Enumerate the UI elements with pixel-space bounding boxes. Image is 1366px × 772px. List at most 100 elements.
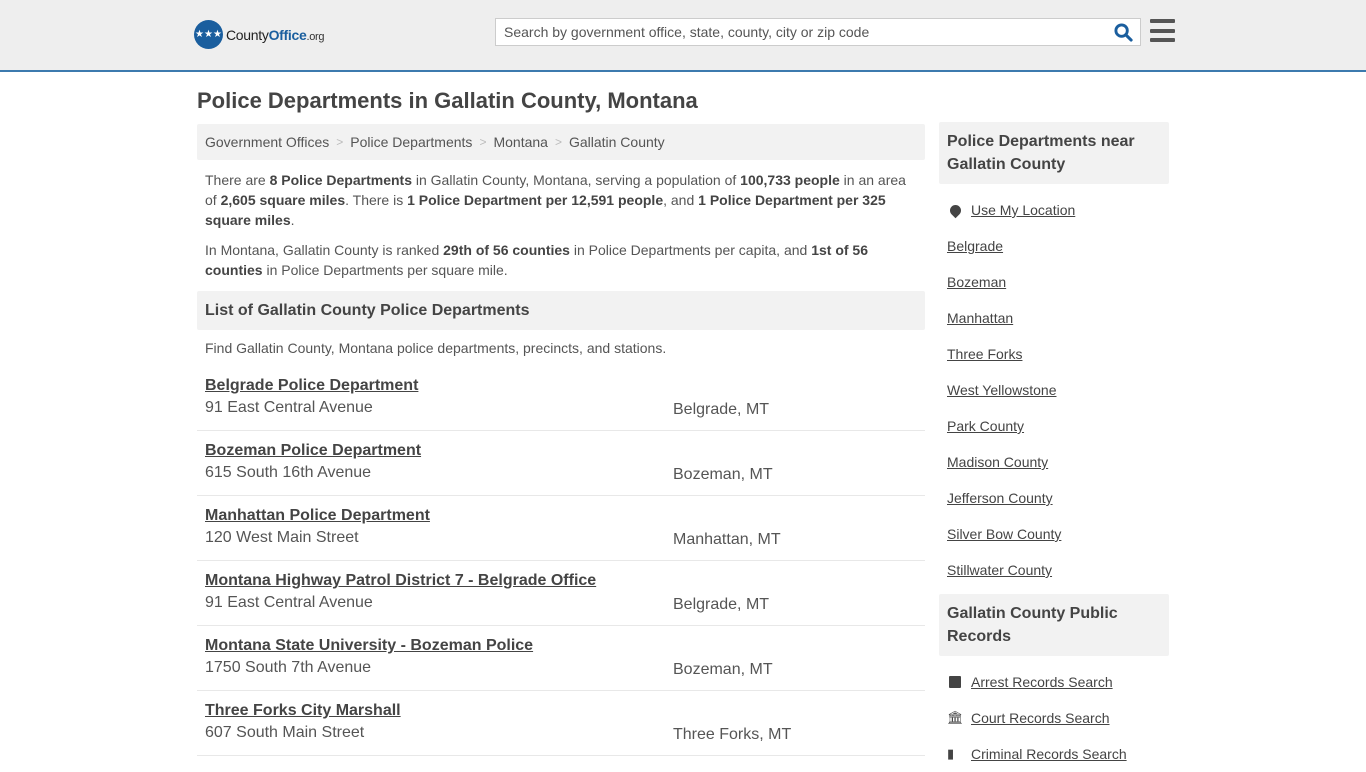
court-records-link[interactable]: Court Records Search [971,710,1110,726]
nearby-link[interactable]: Park County [947,418,1024,434]
text-segment: in Police Departments per capita, and [569,242,812,258]
search-bar [495,18,1141,46]
text-segment: in Police Departments per square mile. [262,262,508,278]
hamburger-menu-button[interactable] [1150,19,1175,42]
department-city: Bozeman, MT [673,661,773,678]
intro-text: There are 8 Police Departments in Gallat… [197,160,925,280]
public-records-list: Arrest Records Search 🏛 Court Records Se… [939,656,1169,772]
department-name-link[interactable]: Manhattan Police Department [205,507,430,525]
criminal-records-link[interactable]: Criminal Records Search [971,746,1127,762]
department-list: Belgrade Police Department 91 East Centra… [197,366,925,756]
department-listing: Montana State University - Bozeman Polic… [197,626,925,691]
logo-suffix: .org [306,30,325,43]
nearby-link[interactable]: Silver Bow County [947,526,1061,542]
use-my-location-item: Use My Location [947,192,1161,228]
department-name-link[interactable]: Montana State University - Bozeman Polic… [205,637,533,655]
menu-bar [1150,38,1175,42]
department-city: Three Forks, MT [673,726,792,743]
records-item: ▮ Criminal Records Search [947,736,1161,772]
nearby-item: Manhattan [947,300,1161,336]
nearby-item: Stillwater County [947,552,1161,588]
nearby-item: West Yellowstone [947,372,1161,408]
stat-highlight: 2,605 square miles [220,192,346,208]
text-segment: . [290,212,295,228]
criminal-records-icon: ▮ [947,746,955,761]
department-listing: Three Forks City Marshall 607 South Main … [197,691,925,756]
breadcrumb-police-departments[interactable]: Police Departments [350,134,472,150]
nearby-link[interactable]: Bozeman [947,274,1006,290]
stat-highlight: 1 Police Department per 12,591 people [407,192,664,208]
department-name-link[interactable]: Bozeman Police Department [205,442,421,460]
search-button[interactable] [1106,19,1140,45]
breadcrumb-separator: > [479,135,487,149]
main-content: Government Offices > Police Departments … [197,124,925,756]
nearby-title: Police Departments near Gallatin County [939,122,1169,184]
department-name-link[interactable]: Montana Highway Patrol District 7 - Belg… [205,572,596,590]
department-city: Belgrade, MT [673,401,770,418]
nearby-links: Belgrade Bozeman Manhattan Three Forks West … [947,228,1161,588]
nearby-link[interactable]: Stillwater County [947,562,1052,578]
stat-highlight: 29th of 56 counties [443,242,570,258]
department-city: Bozeman, MT [673,466,773,483]
text-segment: , and [663,192,699,208]
nearby-link[interactable]: Madison County [947,454,1048,470]
breadcrumb-gallatin-county[interactable]: Gallatin County [569,134,665,150]
nearby-item: Silver Bow County [947,516,1161,552]
department-listing: Montana Highway Patrol District 7 - Belg… [197,561,925,626]
stat-highlight: 8 Police Departments [269,172,412,188]
sidebar: Police Departments near Gallatin County … [939,122,1169,772]
nearby-item: Belgrade [947,228,1161,264]
arrest-records-link[interactable]: Arrest Records Search [971,674,1113,690]
nearby-link[interactable]: West Yellowstone [947,382,1056,398]
department-listing: Belgrade Police Department 91 East Centra… [197,366,925,431]
use-my-location-link[interactable]: Use My Location [971,202,1075,218]
text-segment: in Gallatin County, Montana, serving a p… [411,172,741,188]
nearby-item: Bozeman [947,264,1161,300]
page-title: Police Departments in Gallatin County, M… [197,88,698,113]
nearby-link[interactable]: Three Forks [947,346,1022,362]
records-item: 🏛 Court Records Search [947,700,1161,736]
arrest-records-icon [947,676,971,688]
nearby-link[interactable]: Jefferson County [947,490,1053,506]
department-address: 607 South Main Street [205,724,365,741]
records-item: Arrest Records Search [947,664,1161,700]
nearby-item: Three Forks [947,336,1161,372]
site-logo[interactable]: ★★★ CountyOffice.org [194,20,325,49]
map-pin-icon [947,202,971,218]
department-city: Belgrade, MT [673,596,770,613]
department-name-link[interactable]: Belgrade Police Department [205,377,418,395]
breadcrumb-montana[interactable]: Montana [493,134,547,150]
breadcrumb-separator: > [554,135,562,149]
site-header: ★★★ CountyOffice.org [0,0,1366,72]
text-segment: There are [205,172,270,188]
nearby-item: Park County [947,408,1161,444]
department-address: 91 East Central Avenue [205,399,373,416]
search-icon [1113,22,1133,42]
nearby-link[interactable]: Manhattan [947,310,1013,326]
intro-summary: There are 8 Police Departments in Gallat… [205,170,917,230]
department-address: 91 East Central Avenue [205,594,373,611]
menu-bar [1150,28,1175,33]
text-segment: . There is [345,192,408,208]
public-records-title: Gallatin County Public Records [939,594,1169,656]
nearby-link[interactable]: Belgrade [947,238,1003,254]
department-listing: Bozeman Police Department 615 South 16th … [197,431,925,496]
breadcrumb-government-offices[interactable]: Government Offices [205,134,329,150]
department-city: Manhattan, MT [673,531,781,548]
department-address: 615 South 16th Avenue [205,464,372,481]
intro-ranking: In Montana, Gallatin County is ranked 29… [205,240,917,280]
logo-wordmark: CountyOffice.org [226,27,325,43]
department-address: 120 West Main Street [205,529,359,546]
department-listing: Manhattan Police Department 120 West Main… [197,496,925,561]
nearby-item: Jefferson County [947,480,1161,516]
stat-highlight: 100,733 people [740,172,840,188]
courthouse-icon: 🏛 [947,710,964,725]
department-name-link[interactable]: Three Forks City Marshall [205,702,401,720]
text-segment: In Montana, Gallatin County is ranked [205,242,444,258]
list-section-title: List of Gallatin County Police Departmen… [197,291,925,330]
eagle-logo-icon: ★★★ [194,20,223,49]
nearby-list: Use My Location Belgrade Bozeman Manhattan… [939,184,1169,588]
nearby-item: Madison County [947,444,1161,480]
search-input[interactable] [496,19,1106,45]
breadcrumb: Government Offices > Police Departments … [197,124,925,160]
